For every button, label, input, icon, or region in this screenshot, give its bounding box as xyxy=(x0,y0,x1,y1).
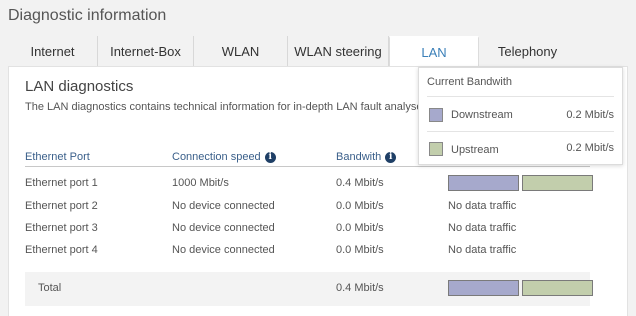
port-name: Ethernet port 1 xyxy=(25,177,98,189)
traffic-status: No data traffic xyxy=(448,244,517,256)
header-divider xyxy=(25,166,590,167)
section-title: LAN diagnostics xyxy=(25,78,134,95)
total-row: Total 0.4 Mbit/s xyxy=(25,272,593,306)
table-row: Ethernet port 2 No device connected 0.0 … xyxy=(9,198,629,216)
downstream-bar[interactable] xyxy=(448,175,519,191)
traffic-status: No data traffic xyxy=(448,200,517,212)
connection-speed: 1000 Mbit/s xyxy=(172,177,229,189)
bandwidth-value: 0.0 Mbit/s xyxy=(336,222,384,234)
tab-wlan-steering[interactable]: WLAN steering xyxy=(288,36,389,66)
tab-internet[interactable]: Internet xyxy=(8,36,98,66)
tab-bar: Internet Internet-Box WLAN WLAN steering… xyxy=(8,36,628,66)
table-row: Ethernet port 3 No device connected 0.0 … xyxy=(9,220,629,238)
connection-speed: No device connected xyxy=(172,222,275,234)
info-icon[interactable]: i xyxy=(264,151,276,163)
header-ethernet-port: Ethernet Port xyxy=(25,151,90,163)
upstream-bar[interactable] xyxy=(522,175,593,191)
tab-wlan[interactable]: WLAN xyxy=(194,36,288,66)
tooltip-divider xyxy=(427,96,614,97)
info-icon[interactable]: i xyxy=(385,151,397,163)
bandwidth-value: 0.4 Mbit/s xyxy=(336,177,384,189)
tab-telephony[interactable]: Telephony xyxy=(479,36,576,66)
table-row: Ethernet port 4 No device connected 0.0 … xyxy=(9,242,629,260)
downstream-label: Downstream xyxy=(451,109,513,121)
section-description: The LAN diagnostics contains technical i… xyxy=(25,101,423,113)
traffic-status: No data traffic xyxy=(448,222,517,234)
tooltip-title: Current Bandwith xyxy=(427,76,512,88)
header-connection-speed-label: Connection speed xyxy=(172,151,261,163)
upstream-label: Upstream xyxy=(451,144,499,156)
header-connection-speed: Connection speed i xyxy=(172,151,276,163)
downstream-value: 0.2 Mbit/s xyxy=(566,109,614,121)
header-ethernet-port-label: Ethernet Port xyxy=(25,151,90,163)
port-name: Ethernet port 2 xyxy=(25,200,98,212)
total-label: Total xyxy=(38,282,62,294)
port-name: Ethernet port 4 xyxy=(25,244,98,256)
total-bandwidth: 0.4 Mbit/s xyxy=(336,282,384,294)
page-title: Diagnostic information xyxy=(8,7,167,24)
upstream-swatch xyxy=(429,142,443,156)
bandwidth-tooltip: Current Bandwith Downstream 0.2 Mbit/s U… xyxy=(418,67,623,165)
downstream-swatch xyxy=(429,108,443,122)
total-downstream-bar[interactable] xyxy=(448,280,519,296)
connection-speed: No device connected xyxy=(172,244,275,256)
header-bandwidth: Bandwith i xyxy=(336,151,397,163)
upstream-value: 0.2 Mbit/s xyxy=(566,142,614,154)
table-row: Ethernet port 1 1000 Mbit/s 0.4 Mbit/s xyxy=(9,175,629,193)
total-upstream-bar[interactable] xyxy=(522,280,593,296)
tab-internet-box[interactable]: Internet-Box xyxy=(98,36,194,66)
tooltip-divider xyxy=(427,131,614,132)
bandwidth-value: 0.0 Mbit/s xyxy=(336,244,384,256)
header-bandwidth-label: Bandwith xyxy=(336,151,382,163)
tab-lan[interactable]: LAN xyxy=(389,36,479,66)
connection-speed: No device connected xyxy=(172,200,275,212)
bandwidth-value: 0.0 Mbit/s xyxy=(336,200,384,212)
port-name: Ethernet port 3 xyxy=(25,222,98,234)
